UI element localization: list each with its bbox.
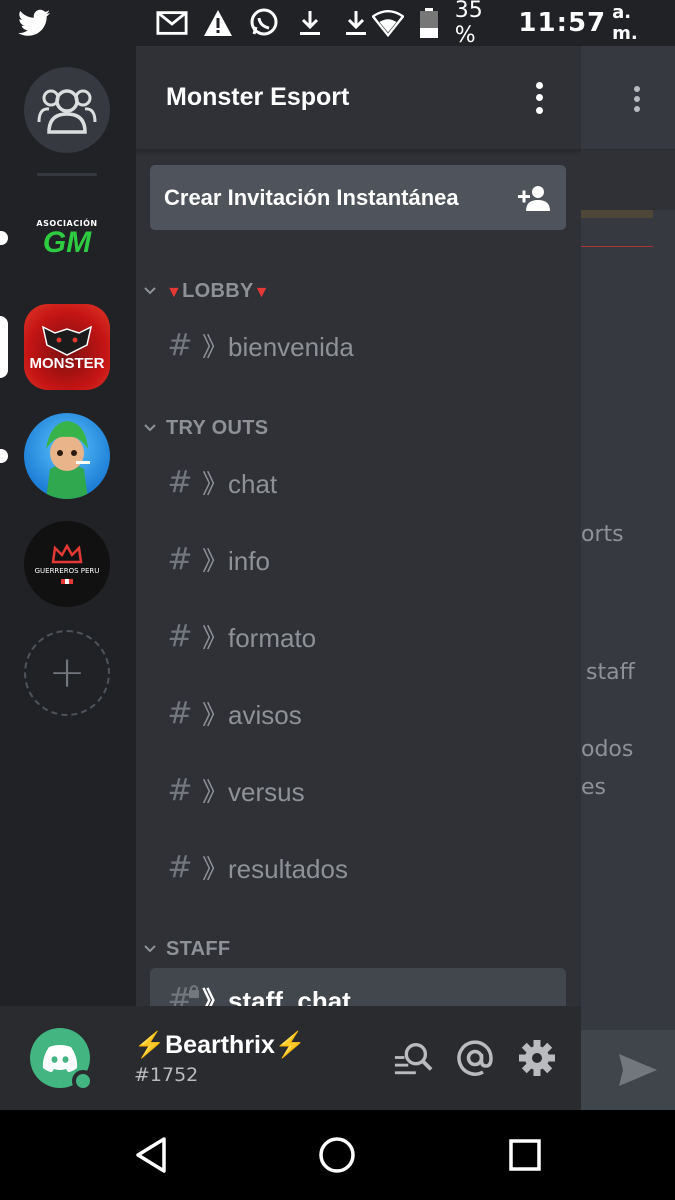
hash-icon: # — [167, 849, 193, 885]
send-icon[interactable] — [617, 1052, 659, 1088]
settings-gear-icon[interactable] — [517, 1038, 557, 1078]
peru-flag-icon — [61, 579, 73, 584]
twitter-icon — [18, 7, 50, 39]
create-invite-label: Crear Invitación Instantánea — [164, 184, 459, 210]
selected-server-indicator — [0, 316, 8, 378]
category-label: ▼LOBBY▼ — [166, 279, 270, 302]
chat-text-fragment: odos — [581, 737, 634, 762]
category-label: TRY OUTS — [166, 416, 269, 439]
category-staff[interactable]: STAFF — [142, 934, 230, 964]
category-label: STAFF — [166, 937, 231, 960]
channel-name: 》formato — [202, 622, 317, 653]
chat-overflow-menu-icon[interactable] — [625, 82, 649, 116]
channel-staff-chat[interactable]: # 》staff_chat — [150, 968, 566, 1006]
crown-icon — [51, 544, 83, 564]
hash-icon: # — [167, 695, 193, 731]
server-monster-esport[interactable]: MONSTER — [24, 304, 110, 390]
channel-versus[interactable]: # 》versus — [150, 761, 566, 819]
add-server-button[interactable]: + — [24, 630, 110, 716]
recents-button[interactable] — [502, 1132, 548, 1178]
channel-name: 》chat — [202, 468, 278, 499]
channel-avisos[interactable]: # 》avisos — [150, 684, 566, 742]
chat-banner — [581, 150, 675, 247]
clock: 11:57 — [518, 8, 607, 38]
chevron-down-icon — [144, 945, 156, 953]
direct-messages-button[interactable] — [24, 67, 110, 153]
mentions-icon[interactable] — [455, 1038, 495, 1078]
rail-separator — [37, 173, 97, 176]
server-asociacion-gm[interactable]: ASOCIACIÓN GM — [24, 195, 110, 281]
locked-hash-icon: # — [166, 982, 199, 1006]
home-button[interactable] — [314, 1132, 360, 1178]
search-members-icon[interactable] — [393, 1038, 433, 1078]
hash-icon: # — [167, 618, 193, 654]
server-menu-icon[interactable] — [527, 78, 551, 118]
battery-icon — [414, 7, 445, 39]
channel-name: 》avisos — [202, 699, 302, 730]
character-avatar-icon — [46, 421, 90, 499]
channel-bienvenida[interactable]: # 》bienvenida — [150, 316, 566, 374]
whatsapp-icon — [248, 7, 280, 39]
hash-icon: # — [167, 772, 193, 808]
unread-indicator — [0, 449, 8, 463]
channel-name: 》resultados — [202, 853, 348, 884]
download-icon-2 — [340, 7, 372, 39]
server-brawl[interactable] — [24, 413, 110, 499]
gmail-icon — [156, 7, 188, 39]
plus-icon: + — [48, 647, 86, 698]
channel-panel: Monster Esport Crear Invitación Instantá… — [136, 46, 581, 1006]
clock-ampm: a. m. — [612, 2, 638, 44]
background-chat-view: orts staff odos es — [581, 46, 675, 1110]
hash-icon: # — [167, 541, 193, 577]
friends-icon — [37, 89, 97, 134]
battery-percent: 35 % — [454, 0, 483, 48]
create-invite-button[interactable]: Crear Invitación Instantánea — [150, 165, 566, 230]
server-logo-text: MONSTER — [29, 354, 105, 372]
channel-chat[interactable]: # 》chat — [150, 453, 566, 511]
server-guerreros-peru[interactable]: GUERREROS PERU — [24, 521, 110, 607]
chat-header — [581, 46, 675, 150]
channel-resultados[interactable]: # 》resultados — [150, 838, 566, 896]
user-panel: ⚡Bearthrix⚡ #1752 — [0, 1006, 581, 1110]
chat-text-fragment: es — [581, 775, 606, 800]
channel-info[interactable]: # 》info — [150, 530, 566, 588]
category-try-outs[interactable]: TRY OUTS — [142, 413, 268, 443]
category-lobby[interactable]: ▼LOBBY▼ — [142, 276, 270, 306]
server-header[interactable]: Monster Esport — [136, 46, 581, 150]
channel-name: 》bienvenida — [202, 331, 354, 362]
bear-logo-icon — [41, 325, 93, 356]
android-nav-bar — [0, 1110, 675, 1200]
user-tag: #1752 — [134, 1063, 199, 1086]
message-input-area[interactable] — [581, 1030, 675, 1110]
channel-name: 》staff_chat — [202, 985, 351, 1007]
server-rail: ASOCIACIÓN GM MONSTER GUERREROS PERU + — [0, 46, 136, 1006]
status-bar: 35 % 11:57 a. m. — [0, 0, 675, 48]
chevron-down-icon — [144, 424, 156, 432]
hash-icon: # — [167, 464, 193, 500]
warning-icon — [202, 7, 234, 39]
add-person-icon — [518, 185, 550, 211]
channel-formato[interactable]: # 》formato — [150, 607, 566, 665]
channel-name: 》info — [202, 545, 270, 576]
download-icon — [294, 7, 326, 39]
chevron-down-icon — [144, 287, 156, 295]
hash-icon: # — [167, 327, 193, 363]
channel-name: 》versus — [202, 776, 305, 807]
back-button[interactable] — [128, 1132, 174, 1178]
server-logo-text: GUERREROS PERU — [34, 567, 100, 575]
username: ⚡Bearthrix⚡ — [134, 1030, 307, 1059]
server-logo-text: GM — [42, 225, 92, 259]
chat-text-fragment: orts — [581, 522, 624, 547]
unread-indicator — [0, 231, 8, 245]
server-name: Monster Esport — [166, 83, 350, 111]
chat-text-fragment: staff — [586, 660, 635, 685]
discord-logo-icon — [42, 1045, 78, 1072]
wifi-icon — [372, 7, 404, 39]
online-status-indicator — [72, 1070, 94, 1092]
user-avatar[interactable] — [30, 1028, 94, 1092]
